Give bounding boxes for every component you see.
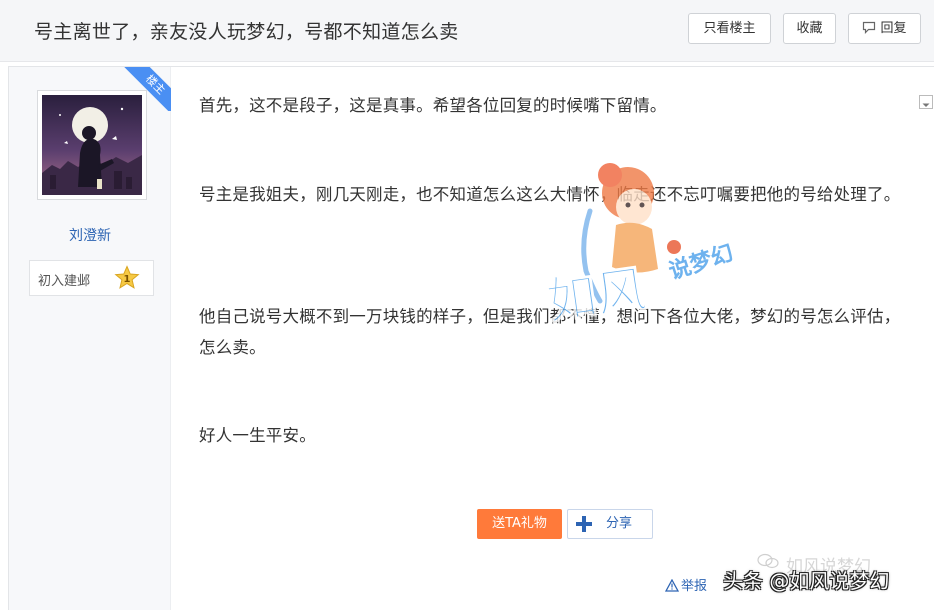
- watermark-logo: 如风 说梦幻: [546, 163, 736, 326]
- reply-label: 回复: [880, 21, 907, 36]
- op-badge: 楼主: [119, 67, 173, 111]
- watermark-text-large: 如风: [546, 260, 650, 326]
- favorite-button[interactable]: 收藏: [783, 13, 836, 44]
- thread-header: 号主离世了，亲友没人玩梦幻，号都不知道怎么卖 只看楼主 收藏 回复: [0, 0, 934, 62]
- share-label: 分享: [606, 516, 633, 531]
- post-content: 首先，这不是段子，这是真事。希望各位回复的时候嘴下留情。 号主是我姐夫，刚几天刚…: [171, 67, 934, 610]
- share-button[interactable]: 分享: [567, 509, 653, 539]
- level-name: 初入建邺: [38, 274, 91, 289]
- post: 楼主 刘澄新 初入建邺 1 首先，这不是段子，这是真事。希望各位回复的时候嘴下留…: [8, 66, 934, 610]
- author-username[interactable]: 刘澄新: [9, 225, 171, 245]
- plus-icon: [576, 516, 592, 532]
- reply-button[interactable]: 回复: [848, 13, 921, 44]
- report-link[interactable]: 举报: [665, 575, 707, 594]
- source-credit-overlay: 头条 @如风说梦幻: [723, 569, 890, 593]
- chevron-down-icon: [922, 103, 930, 107]
- reply-icon: [863, 21, 876, 34]
- level-star-icon: 1: [114, 265, 140, 289]
- warning-icon: [665, 579, 679, 592]
- post-paragraph: 好人一生平安。: [199, 426, 316, 445]
- post-menu-toggle[interactable]: [919, 95, 933, 109]
- only-op-button[interactable]: 只看楼主: [688, 13, 771, 44]
- op-badge-label: 楼主: [120, 67, 173, 111]
- level-number: 1: [124, 274, 131, 285]
- report-label: 举报: [681, 579, 708, 594]
- send-gift-button[interactable]: 送TA礼物: [477, 509, 562, 539]
- author-sidebar: 楼主 刘澄新 初入建邺 1: [9, 67, 173, 610]
- thread-title: 号主离世了，亲友没人玩梦幻，号都不知道怎么卖: [34, 21, 459, 43]
- author-level[interactable]: 初入建邺 1: [29, 260, 154, 296]
- post-paragraph: 首先，这不是段子，这是真事。希望各位回复的时候嘴下留情。: [199, 96, 667, 115]
